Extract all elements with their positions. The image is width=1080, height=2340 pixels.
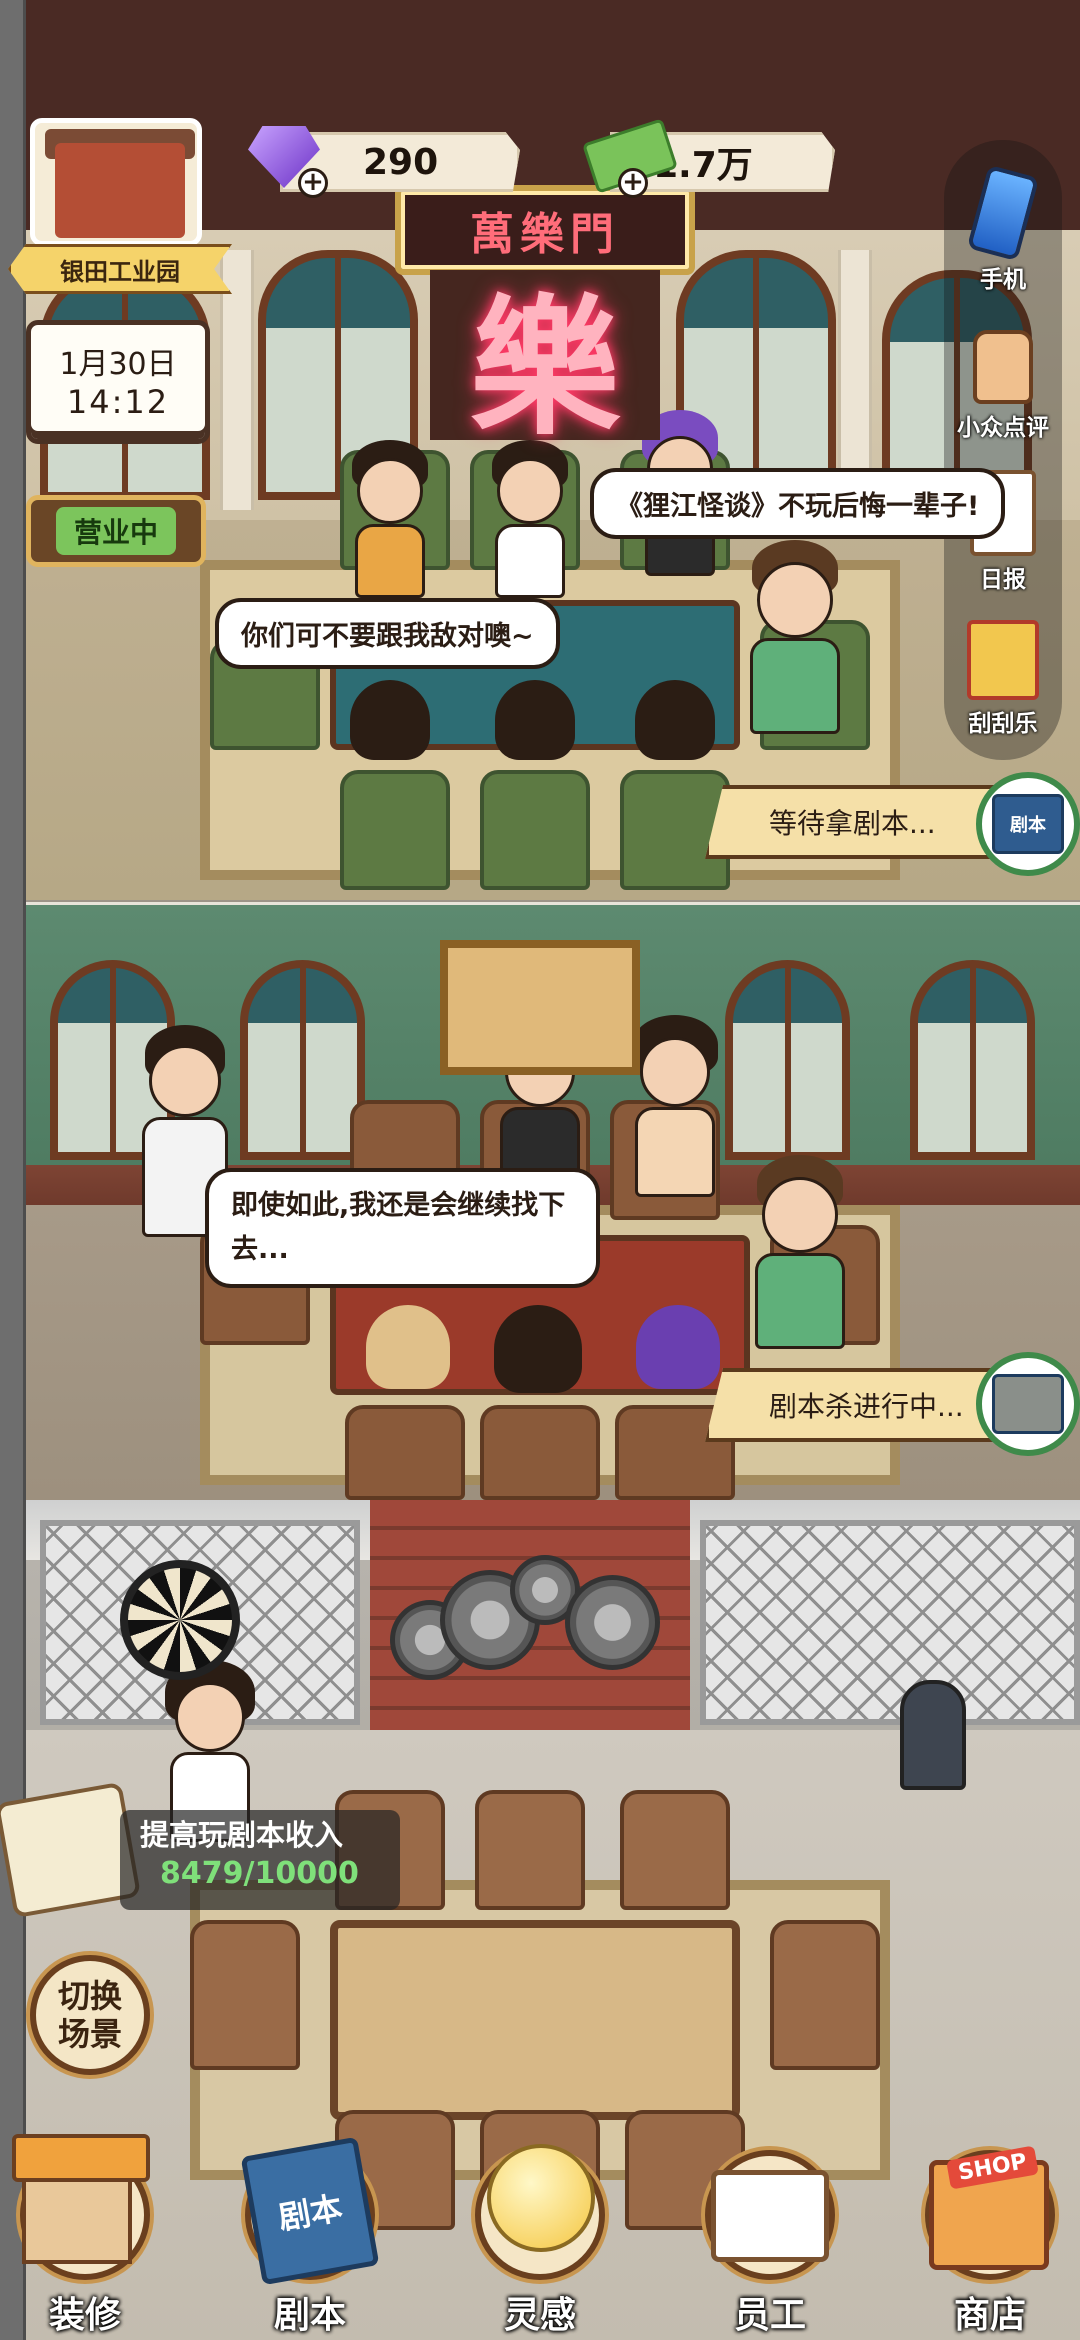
switch-scene-label-2: 场景: [57, 2015, 122, 2053]
lightbulb-icon: [487, 2144, 595, 2252]
neon-big-text: 樂: [469, 279, 620, 456]
staff-card-icon: [711, 2170, 829, 2262]
add-cash-icon[interactable]: +: [618, 168, 648, 198]
nav-label: 剧本: [273, 2295, 346, 2336]
customer-character[interactable]: [490, 680, 580, 790]
side-button-phone[interactable]: 手机: [944, 164, 1062, 294]
nav-label: 灵感: [503, 2295, 576, 2336]
calendar[interactable]: 1月30日 14:12: [26, 320, 210, 444]
nav-label: 员工: [733, 2295, 806, 2336]
armchair: [190, 1920, 300, 2070]
nav-label: 商店: [953, 2295, 1026, 2336]
side-button-scratch-card[interactable]: 刮刮乐: [944, 620, 1062, 738]
location-name[interactable]: 银田工业园: [8, 244, 232, 294]
script-book-icon: 剧本: [240, 2136, 380, 2286]
switch-scene-button[interactable]: 切换 场景: [30, 1955, 150, 2075]
script-cover-thumbnail: [992, 1374, 1064, 1434]
side-button-label: 刮刮乐: [968, 711, 1038, 737]
armchair: [620, 1790, 730, 1910]
customer-character[interactable]: [345, 440, 435, 600]
nav-staff[interactable]: 员工: [685, 2140, 855, 2340]
task-progress: 8479/10000: [160, 1856, 359, 1891]
customer-character[interactable]: [630, 680, 720, 790]
armchair: [345, 1405, 465, 1500]
shop-sign-text: SHOP: [946, 2145, 1039, 2190]
task-title: 提高玩剧本收入: [140, 1818, 344, 1852]
room-status[interactable]: 剧本杀进行中...: [705, 1368, 1005, 1442]
location-avatar[interactable]: [30, 118, 202, 246]
shop-icon: SHOP: [929, 2145, 1049, 2270]
nav-decorate[interactable]: 装修: [0, 2134, 170, 2340]
business-status-label: 营业中: [55, 507, 176, 555]
house-thumbnail: [55, 143, 185, 238]
script-badge[interactable]: 剧本: [976, 772, 1080, 876]
calendar-time: 14:12: [66, 383, 170, 421]
armchair: [480, 1405, 600, 1500]
add-gems-icon[interactable]: +: [298, 168, 328, 198]
phone-icon: [966, 164, 1040, 262]
customer-character[interactable]: [345, 680, 435, 790]
nav-scripts[interactable]: 剧本 剧本: [225, 2136, 395, 2340]
customer-character[interactable]: [485, 440, 575, 600]
thumbs-up-icon: [973, 330, 1033, 404]
customer-character[interactable]: [490, 1305, 585, 1415]
wire-fence: [700, 1520, 1080, 1725]
armchair: [475, 1790, 585, 1910]
customer-character[interactable]: [630, 1305, 725, 1415]
nav-shop[interactable]: SHOP 商店: [905, 2140, 1075, 2340]
left-wall: [0, 0, 26, 2340]
armchair: [770, 1920, 880, 2070]
dartboard: [120, 1560, 240, 1680]
bottom-nav: 装修 剧本 剧本 灵感 员工 SHOP 商店: [0, 2120, 1080, 2340]
gear-decor: [565, 1575, 660, 1670]
host-character[interactable]: [740, 540, 850, 740]
customer-character[interactable]: [360, 1305, 455, 1415]
side-button-label: 日报: [980, 567, 1026, 593]
switch-scene-label-1: 切换: [57, 1977, 122, 2015]
scratch-ticket-icon: [967, 620, 1039, 700]
house-icon: [12, 2134, 150, 2264]
wall-painting: [440, 940, 640, 1075]
game-table[interactable]: [330, 1920, 740, 2120]
customer-character[interactable]: [625, 1015, 725, 1205]
arched-window: [240, 960, 365, 1160]
arched-window: [910, 960, 1035, 1160]
speech-bubble: 即使如此,我还是会继续找下去...: [205, 1168, 600, 1288]
room-status[interactable]: 等待拿剧本...: [705, 785, 1005, 859]
side-button-label: 手机: [980, 267, 1026, 293]
script-progress-badge[interactable]: [976, 1352, 1080, 1456]
host-character[interactable]: [745, 1155, 855, 1355]
calendar-date: 1月30日: [59, 347, 177, 382]
speech-bubble: 《狸江怪谈》不玩后悔一辈子!: [590, 468, 1006, 539]
speech-bubble: 你们可不要跟我敌对噢~: [215, 598, 560, 669]
business-status-sign[interactable]: 营业中: [26, 495, 206, 567]
side-button-label: 小众点评: [957, 415, 1049, 441]
neon-big-sign: 樂: [430, 270, 660, 456]
script-badge-label: 剧本: [992, 794, 1064, 854]
nav-inspiration[interactable]: 灵感: [455, 2140, 625, 2340]
arched-window: [725, 960, 850, 1160]
side-button-reviews[interactable]: 小众点评: [944, 330, 1062, 442]
task-card[interactable]: 提高玩剧本收入 8479/10000: [0, 1781, 400, 1919]
nav-label: 装修: [48, 2295, 121, 2336]
fire-hydrant: [900, 1680, 966, 1790]
